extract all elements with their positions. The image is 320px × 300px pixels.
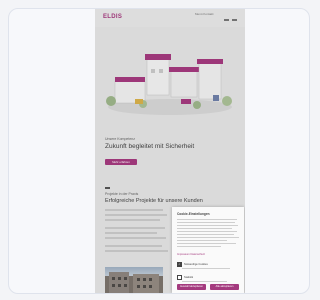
accept-selected-button[interactable]: Auswahl akzeptieren [177, 283, 206, 290]
text-line [177, 240, 227, 242]
cookie-consent-dialog: Cookie-Einstellungen Impressum Datenschu… [172, 207, 244, 293]
accept-all-button[interactable]: Alle akzeptieren [210, 283, 239, 290]
checkbox-unchecked-icon[interactable] [177, 275, 182, 280]
text-line [177, 228, 232, 230]
cookie-option-label: Statistik [184, 276, 194, 279]
text-line [177, 222, 235, 224]
cookie-dialog-title: Cookie-Einstellungen [177, 212, 210, 216]
checkbox-checked-icon[interactable]: ✓ [177, 262, 182, 267]
text-line [177, 234, 234, 236]
text-line [177, 243, 236, 245]
text-line [177, 246, 221, 248]
cookie-dialog-links[interactable]: Impressum Datenschutz [177, 253, 205, 256]
text-line [182, 281, 227, 283]
text-line [177, 237, 239, 239]
mobile-page-screenshot: ELDIS Menü Kontakt Unsere Kompetenz Zuku… [95, 9, 245, 293]
text-line [177, 219, 237, 221]
text-line [177, 225, 238, 227]
preview-card: ELDIS Menü Kontakt Unsere Kompetenz Zuku… [8, 8, 310, 294]
cookie-option-statistics[interactable]: Statistik [177, 275, 193, 280]
cookie-option-necessary[interactable]: ✓ Notwendige Cookies [177, 262, 208, 267]
cookie-option-label: Notwendige Cookies [184, 263, 208, 266]
text-line [182, 268, 230, 270]
text-line [177, 231, 237, 233]
